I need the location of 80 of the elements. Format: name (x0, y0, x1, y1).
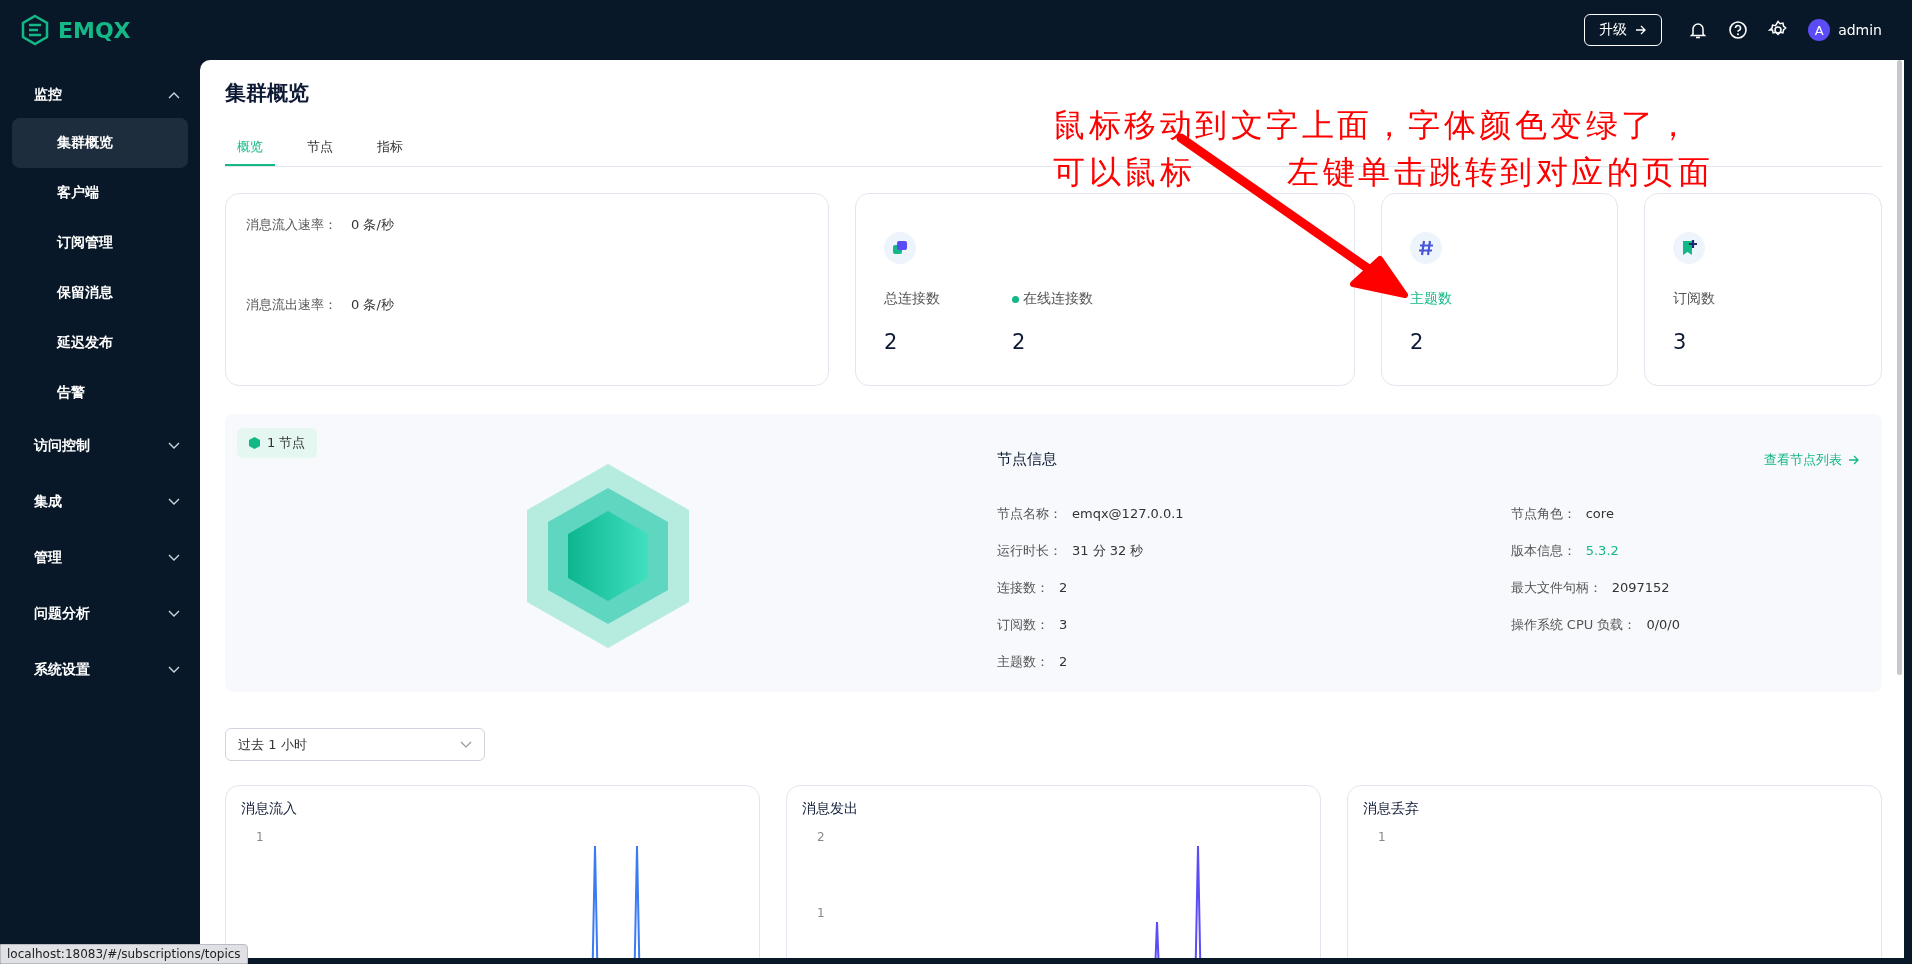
scrollbar[interactable] (1897, 60, 1902, 675)
field-label: 主题数： (997, 654, 1049, 669)
sidebar-item[interactable]: 保留消息 (12, 268, 188, 318)
field-value: 5.3.2 (1585, 543, 1619, 558)
upgrade-button[interactable]: 升级 (1584, 14, 1663, 46)
sidebar-group[interactable]: 访问控制 (0, 418, 200, 474)
node-count-badge: 1 节点 (237, 428, 318, 458)
field-value: emqx@127.0.0.1 (1072, 506, 1184, 521)
sidebar-item[interactable]: 集群概览 (12, 118, 188, 168)
stat-label[interactable]: 在线连接数 (1012, 290, 1093, 308)
field-value: 2 (1059, 580, 1068, 595)
field-label: 节点名称： (997, 506, 1062, 521)
chevron-down-icon (168, 498, 180, 506)
rate-value: 0 条/秒 (351, 297, 394, 312)
time-range-select[interactable]: 过去 1 小时 (225, 728, 485, 761)
user-name: admin (1838, 22, 1882, 38)
tab[interactable]: 节点 (295, 138, 345, 166)
user-menu[interactable]: A admin (1808, 19, 1882, 41)
stat-label[interactable]: 总连接数 (884, 290, 940, 308)
field-label: 版本信息： (1510, 543, 1576, 558)
stat-value: 2 (1012, 330, 1027, 354)
field-value: core (1585, 506, 1614, 521)
field-label: 运行时长： (997, 543, 1062, 558)
chart-title: 消息丢弃 (1363, 800, 1420, 818)
rate-label: 消息流出速率： (246, 297, 337, 312)
sidebar-group[interactable]: 问题分析 (0, 586, 200, 642)
axis-tick-label: 1 (256, 830, 264, 844)
sidebar-group[interactable]: 管理 (0, 530, 200, 586)
stat-value: 3 (1673, 330, 1688, 354)
bell-icon[interactable] (1688, 20, 1709, 40)
axis-tick-label: 1 (1378, 830, 1386, 844)
chevron-down-icon (168, 610, 180, 618)
field-value: 0/0/0 (1646, 617, 1680, 632)
rate-label: 消息流入速率： (246, 217, 337, 232)
chevron-down-icon (168, 666, 180, 674)
hash-icon (1410, 232, 1442, 264)
chevron-up-icon (168, 91, 180, 99)
field-value: 2097152 (1611, 580, 1670, 595)
sidebar-item[interactable]: 延迟发布 (12, 318, 188, 368)
sidebar-item[interactable]: 订阅管理 (12, 218, 188, 268)
field-value: 2 (1059, 654, 1068, 669)
field-value: 31 分 32 秒 (1072, 543, 1144, 558)
axis-tick-label: 2 (817, 830, 825, 844)
arrow-right-icon (1635, 25, 1648, 35)
chevron-down-icon (168, 442, 180, 450)
stat-value: 2 (1410, 330, 1425, 354)
sidebar-group[interactable]: 集成 (0, 474, 200, 530)
stat-value: 2 (884, 330, 899, 354)
chevron-down-icon (460, 740, 472, 749)
chat-bubbles-icon (884, 232, 916, 264)
section-title: 节点信息 (997, 450, 1057, 469)
rate-value: 0 条/秒 (351, 217, 394, 232)
hexagon-icon (249, 437, 260, 449)
annotation-text: 可以鼠标 (1053, 152, 1195, 193)
field-label: 最大文件句柄： (1510, 580, 1602, 595)
field-label: 操作系统 CPU 负载： (1510, 617, 1637, 632)
chart-title: 消息流入 (241, 800, 298, 818)
logo-icon (20, 14, 50, 46)
sidebar-group[interactable]: 监控 (0, 72, 200, 118)
field-label: 节点角色： (1510, 506, 1576, 521)
annotation-text: 左键单击跳转到对应的页面 (1287, 152, 1713, 193)
stat-label[interactable]: 订阅数 (1673, 290, 1715, 308)
annotation-text: 鼠标移动到文字上面，字体颜色变绿了， (1053, 105, 1693, 146)
tab[interactable]: 指标 (365, 138, 415, 166)
bookmark-plus-icon (1673, 232, 1705, 264)
field-label: 订阅数： (997, 617, 1049, 632)
sidebar-group[interactable]: 系统设置 (0, 642, 200, 698)
field-label: 连接数： (997, 580, 1049, 595)
field-value: 3 (1059, 617, 1068, 632)
arrow-right-icon (1848, 454, 1860, 465)
chevron-down-icon (168, 554, 180, 562)
sidebar-item[interactable]: 客户端 (12, 168, 188, 218)
axis-tick-label: 1 (817, 906, 825, 920)
help-icon[interactable] (1728, 20, 1749, 40)
page-title: 集群概览 (225, 80, 310, 107)
status-url: localhost:18083/#/subscriptions/topics (7, 947, 241, 961)
sidebar-item[interactable]: 告警 (12, 368, 188, 418)
logo-text: EMQX (58, 17, 131, 43)
user-avatar: A (1808, 19, 1831, 41)
chart-title: 消息发出 (802, 800, 859, 818)
